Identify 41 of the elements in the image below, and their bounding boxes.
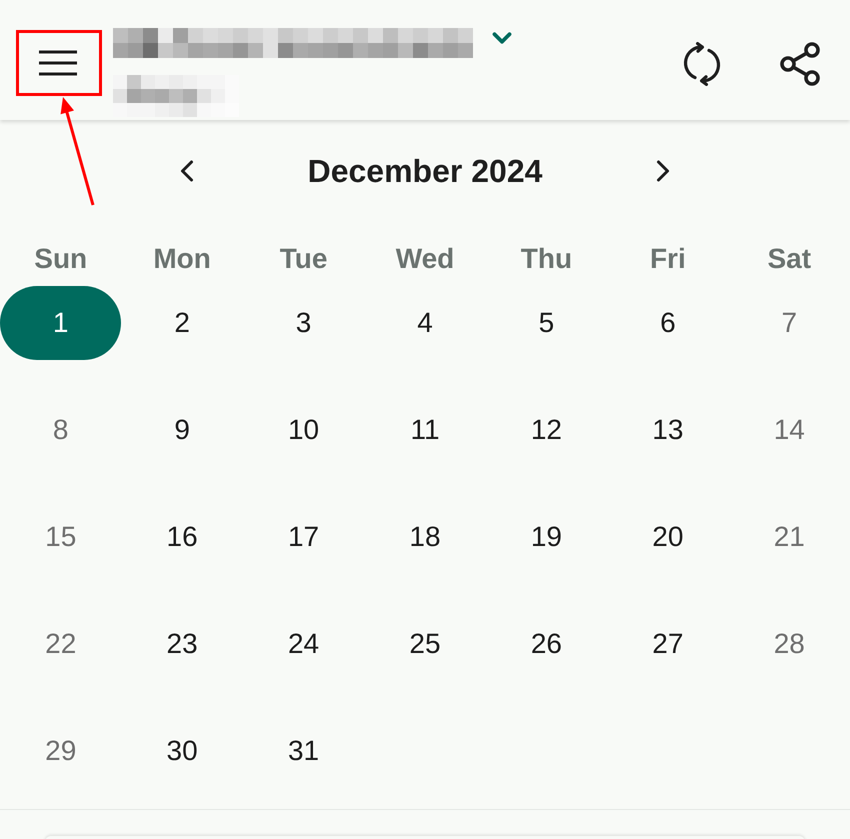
- calendar-day[interactable]: 27: [607, 607, 729, 681]
- menu-icon: [39, 50, 77, 76]
- weekday-label: Mon: [153, 242, 211, 276]
- calendar-day[interactable]: 4: [364, 286, 486, 360]
- calendar-day[interactable]: 18: [364, 500, 486, 574]
- month-title: December 2024: [308, 152, 542, 191]
- calendar-day[interactable]: 7: [728, 286, 850, 360]
- weekday-label: Sun: [34, 242, 88, 276]
- weekday-label: Wed: [396, 242, 454, 276]
- calendar-day[interactable]: 1: [0, 286, 122, 360]
- calendar-day[interactable]: 29: [0, 714, 122, 788]
- sync-icon: [682, 42, 722, 86]
- calendar-day[interactable]: 10: [242, 393, 364, 467]
- calendar-day[interactable]: 20: [607, 500, 729, 574]
- weekday-label: Tue: [280, 242, 328, 276]
- weekday-label: Thu: [520, 242, 572, 276]
- calendar-day[interactable]: 8: [0, 393, 122, 467]
- calendar-day[interactable]: 26: [486, 607, 608, 681]
- calendar-day[interactable]: 15: [0, 500, 122, 574]
- calendar-day[interactable]: 17: [242, 500, 364, 574]
- calendar-day[interactable]: 21: [728, 500, 850, 574]
- calendar-day[interactable]: 31: [242, 714, 364, 788]
- calendar-day[interactable]: 11: [364, 393, 486, 467]
- calendar-day[interactable]: 6: [607, 286, 729, 360]
- weekday-label: Fri: [650, 242, 686, 276]
- calendar-day[interactable]: 13: [607, 393, 729, 467]
- calendar-day[interactable]: 24: [242, 607, 364, 681]
- weekday-label: Sat: [767, 242, 812, 276]
- calendar-day[interactable]: 9: [121, 393, 243, 467]
- calendar-day[interactable]: 3: [242, 286, 364, 360]
- calendar-day[interactable]: 5: [486, 286, 608, 360]
- calendar-day[interactable]: 14: [728, 393, 850, 467]
- calendar-day[interactable]: 19: [486, 500, 608, 574]
- calendar-day[interactable]: 30: [121, 714, 243, 788]
- calendar-day[interactable]: 22: [0, 607, 122, 681]
- calendar-day[interactable]: 2: [121, 286, 243, 360]
- calendar-day[interactable]: 16: [121, 500, 243, 574]
- calendar-day[interactable]: 28: [728, 607, 850, 681]
- calendar-day[interactable]: 25: [364, 607, 486, 681]
- calendar-day[interactable]: 23: [121, 607, 243, 681]
- calendar-day[interactable]: 12: [486, 393, 608, 467]
